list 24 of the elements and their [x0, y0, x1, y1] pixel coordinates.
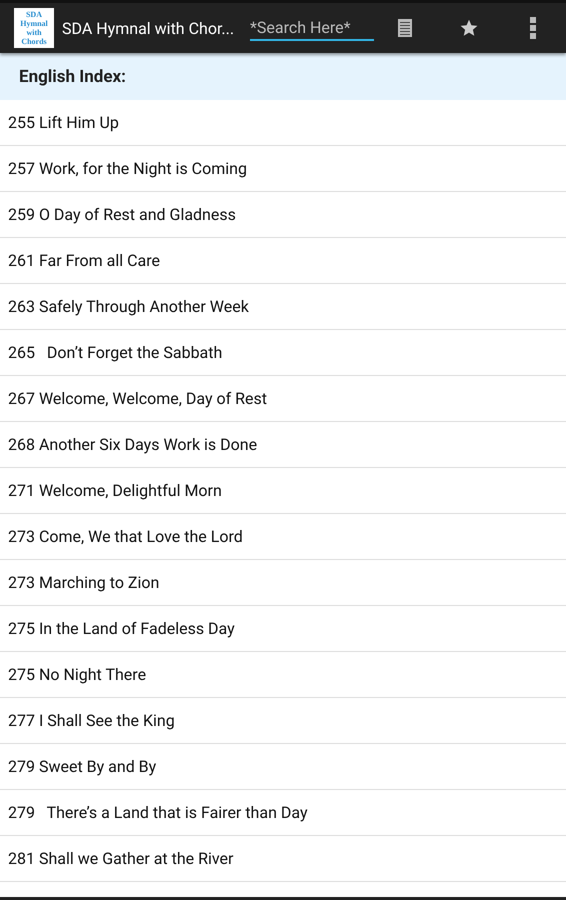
- app-title: SDA Hymnal with Chor...: [62, 18, 236, 38]
- logo-text: Hymnal: [20, 19, 48, 28]
- logo-text: SDA: [26, 10, 42, 19]
- hymn-item[interactable]: 277 I Shall See the King: [0, 698, 566, 744]
- hymn-item[interactable]: 271 Welcome, Delightful Morn: [0, 468, 566, 514]
- search-field[interactable]: *Search Here*: [250, 16, 374, 40]
- hymn-item[interactable]: 257 Work, for the Night is Coming: [0, 146, 566, 192]
- hymn-item[interactable]: 255 Lift Him Up: [0, 100, 566, 146]
- hymn-item[interactable]: 273 Marching to Zion: [0, 560, 566, 606]
- hymn-item[interactable]: 275 In the Land of Fadeless Day: [0, 606, 566, 652]
- hymn-item[interactable]: 273 Come, We that Love the Lord: [0, 514, 566, 560]
- hymn-item[interactable]: 281 Shall we Gather at the River: [0, 836, 566, 882]
- hymn-item[interactable]: 279 There’s a Land that is Fairer than Day: [0, 790, 566, 836]
- logo-text: with: [26, 28, 42, 37]
- hymn-item[interactable]: 265 Don’t Forget the Sabbath: [0, 330, 566, 376]
- hymn-item[interactable]: 268 Another Six Days Work is Done: [0, 422, 566, 468]
- hymn-item[interactable]: 275 No Night There: [0, 652, 566, 698]
- hymn-item[interactable]: 259 O Day of Rest and Gladness: [0, 192, 566, 238]
- logo-text: Chords: [21, 37, 47, 46]
- section-header: English Index:: [0, 53, 566, 100]
- hymn-item[interactable]: 261 Far From all Care: [0, 238, 566, 284]
- hymn-item[interactable]: 267 Welcome, Welcome, Day of Rest: [0, 376, 566, 422]
- hymn-item[interactable]: 263 Safely Through Another Week: [0, 284, 566, 330]
- hymn-item[interactable]: 279 Sweet By and By: [0, 744, 566, 790]
